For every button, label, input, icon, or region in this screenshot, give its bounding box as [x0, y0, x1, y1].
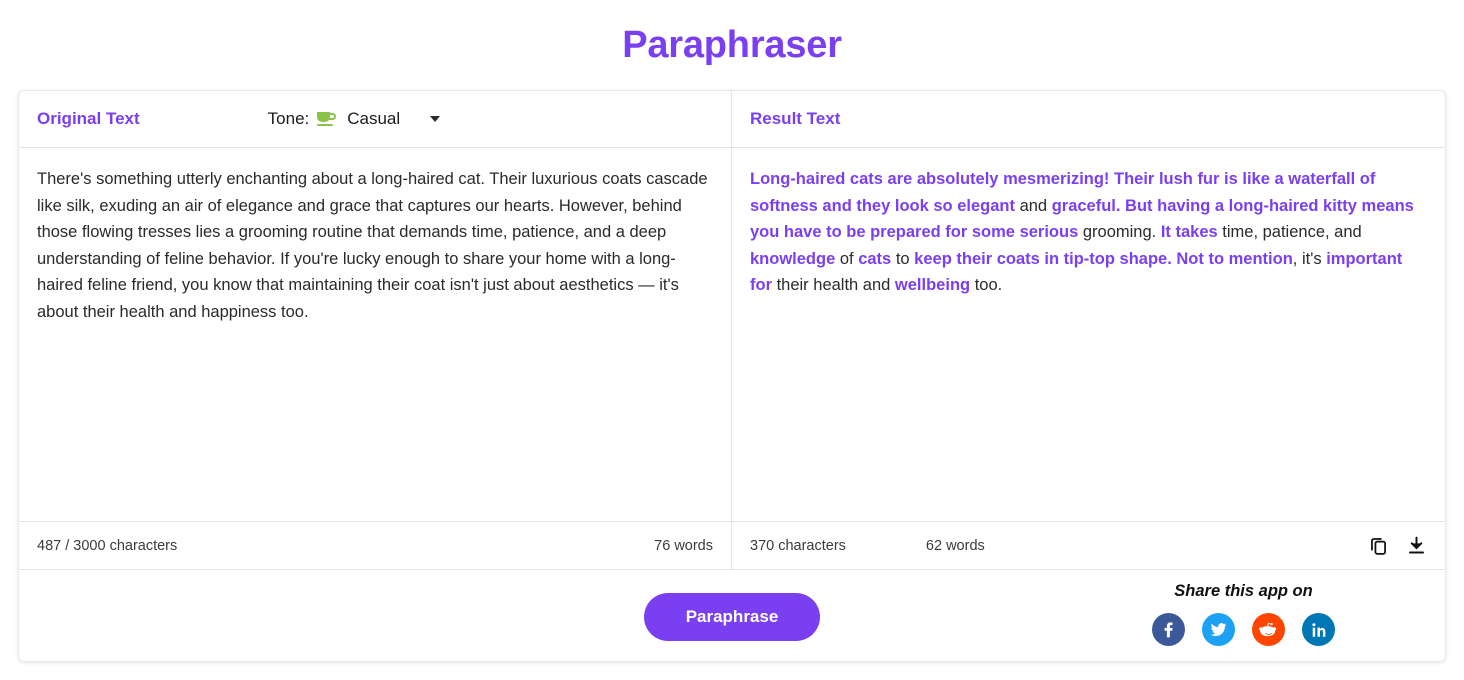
result-char-count: 370 characters	[750, 537, 846, 554]
bottom-bar: Paraphrase Share this app on	[19, 569, 1445, 661]
result-plain-segment: grooming.	[1078, 223, 1161, 241]
result-highlight-segment: wellbeing	[894, 276, 971, 294]
result-plain-segment: time, patience, and	[1217, 223, 1362, 241]
result-text-panel: Result Text Long-haired cats are absolut…	[732, 91, 1445, 569]
download-icon[interactable]	[1405, 535, 1427, 557]
result-plain-segment: to	[891, 249, 915, 268]
share-section: Share this app on	[1152, 582, 1335, 646]
panels-container: Original Text Tone: Casual There's somet…	[19, 91, 1445, 569]
result-panel-footer: 370 characters 62 words	[732, 521, 1445, 569]
original-panel-header: Original Text Tone: Casual	[19, 91, 731, 148]
result-plain-segment: their health and	[772, 276, 895, 294]
original-char-count: 487 / 3000 characters	[37, 537, 178, 554]
result-plain-segment: of	[835, 249, 859, 268]
share-reddit-icon[interactable]	[1252, 613, 1285, 646]
result-text-body[interactable]: Long-haired cats are absolutely mesmeriz…	[732, 148, 1445, 521]
original-panel-title: Original Text	[37, 109, 140, 128]
share-linkedin-icon[interactable]	[1302, 613, 1335, 646]
original-text-input[interactable]: There's something utterly enchanting abo…	[37, 166, 713, 325]
result-plain-segment: , it's	[1292, 249, 1327, 268]
tone-value: Casual	[347, 109, 401, 128]
result-highlight-segment: cats	[858, 249, 892, 268]
chevron-down-icon[interactable]	[430, 116, 441, 122]
tone-label: Tone:	[267, 109, 310, 128]
result-highlight-segment: It takes	[1160, 223, 1218, 241]
paraphraser-app: Paraphraser Original Text Tone: Casual T…	[0, 0, 1464, 680]
result-panel-header: Result Text	[732, 91, 1445, 148]
share-icons	[1152, 613, 1335, 646]
result-word-count: 62 words	[925, 537, 985, 554]
share-twitter-icon[interactable]	[1202, 613, 1235, 646]
share-title: Share this app on	[1174, 582, 1313, 600]
result-actions	[1367, 535, 1427, 557]
result-highlight-segment: keep their coats in tip-top shape. Not t…	[914, 249, 1293, 268]
result-plain-segment: too.	[970, 276, 1003, 294]
result-plain-segment: and	[1014, 196, 1052, 215]
share-facebook-icon[interactable]	[1152, 613, 1185, 646]
result-text-output: Long-haired cats are absolutely mesmeriz…	[750, 166, 1427, 299]
original-text-panel: Original Text Tone: Casual There's somet…	[19, 91, 732, 569]
original-text-body[interactable]: There's something utterly enchanting abo…	[19, 148, 731, 521]
paraphrase-button[interactable]: Paraphrase	[643, 592, 821, 641]
original-word-count: 76 words	[654, 537, 713, 554]
result-panel-title: Result Text	[750, 109, 841, 128]
paraphraser-card: Original Text Tone: Casual There's somet…	[18, 90, 1446, 662]
page-title: Paraphraser	[622, 24, 842, 66]
result-highlight-segment: knowledge	[750, 249, 836, 268]
tone-selector[interactable]: Tone: Casual	[268, 109, 441, 129]
original-panel-footer: 487 / 3000 characters 76 words	[19, 521, 731, 569]
coffee-cup-icon	[317, 110, 339, 128]
copy-icon[interactable]	[1367, 535, 1389, 557]
